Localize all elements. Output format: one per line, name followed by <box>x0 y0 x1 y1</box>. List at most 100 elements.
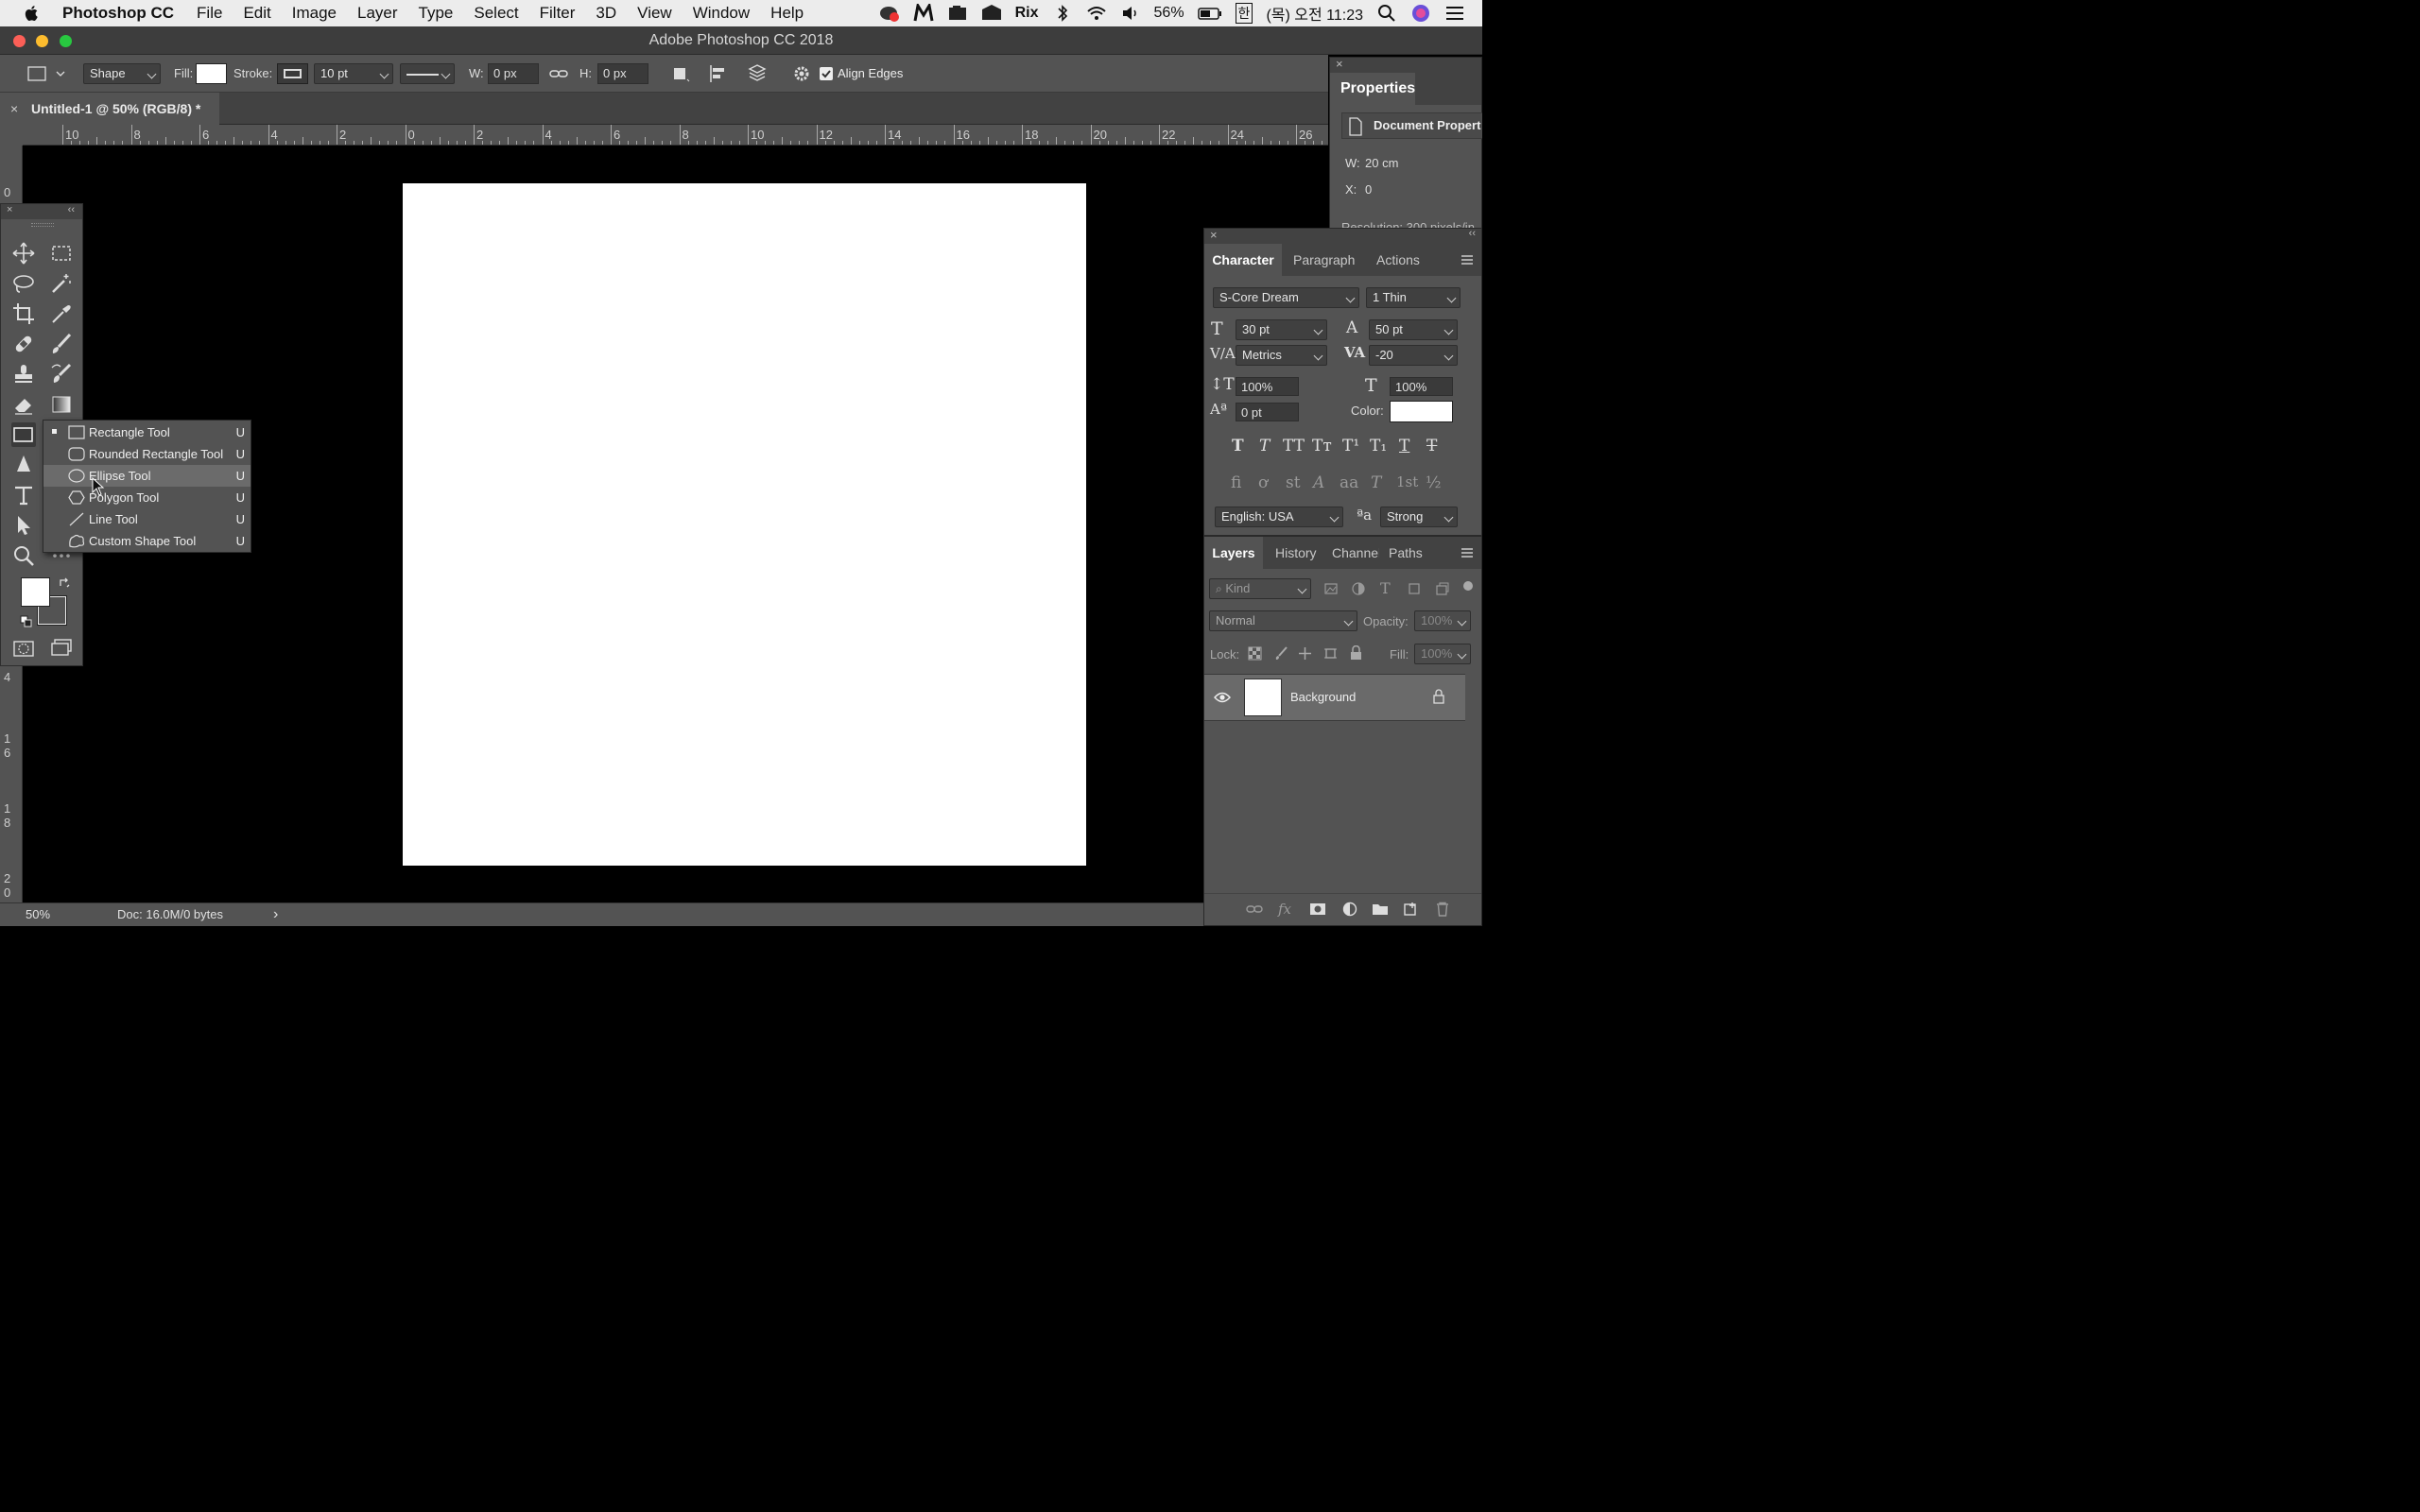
wifi-icon[interactable] <box>1086 4 1107 23</box>
tab-paragraph[interactable]: Paragraph <box>1293 244 1355 276</box>
layer-name[interactable]: Background <box>1290 690 1356 704</box>
stroke-width-dropdown[interactable]: 10 pt <box>314 63 393 84</box>
move-tool[interactable] <box>11 241 36 266</box>
menu-help[interactable]: Help <box>770 4 804 23</box>
filter-type-icon[interactable]: T <box>1380 579 1391 597</box>
eraser-tool[interactable] <box>11 392 36 417</box>
background-color-swatch[interactable] <box>21 577 50 607</box>
tab-layers[interactable]: Layers <box>1204 537 1263 569</box>
zoom-tool[interactable] <box>11 543 36 568</box>
screen-mode-button[interactable] <box>49 636 74 661</box>
flyout-line-tool[interactable]: Line Tool U <box>43 508 251 530</box>
new-layer-icon[interactable] <box>1403 902 1418 917</box>
baseline-shift-input[interactable]: 0 pt <box>1236 403 1299 421</box>
swap-colors-icon[interactable] <box>58 576 71 590</box>
tools-panel-header[interactable]: × ‹‹ <box>1 204 82 219</box>
font-size-dropdown[interactable]: 30 pt <box>1236 319 1327 340</box>
text-color-swatch[interactable] <box>1390 401 1453 422</box>
height-input[interactable]: 0 px <box>597 63 648 84</box>
fill-swatch[interactable] <box>196 63 227 84</box>
layer-row[interactable]: Background <box>1204 674 1465 721</box>
books-icon[interactable] <box>981 4 1002 23</box>
fill-input[interactable]: 100% <box>1414 644 1471 664</box>
adjustment-layer-icon[interactable] <box>1342 902 1357 917</box>
character-panel-header[interactable]: × ‹‹ <box>1204 228 1481 244</box>
status-menu-arrow[interactable]: › <box>273 903 278 926</box>
tab-paths[interactable]: Paths <box>1389 537 1423 569</box>
new-group-icon[interactable] <box>1372 902 1389 916</box>
vertical-scale-input[interactable]: 100% <box>1236 377 1299 396</box>
flyout-polygon-tool[interactable]: Polygon Tool U <box>43 487 251 508</box>
rectangle-tool[interactable] <box>11 422 36 447</box>
menu-3d[interactable]: 3D <box>596 4 616 23</box>
zoom-level[interactable]: 50% <box>26 903 50 926</box>
layer-thumbnail[interactable] <box>1244 679 1282 716</box>
close-tab-icon[interactable]: × <box>10 93 18 125</box>
flyout-rectangle-tool[interactable]: Rectangle Tool U <box>43 421 251 443</box>
clock[interactable]: (목) 오전 11:23 <box>1266 2 1363 25</box>
lasso-tool[interactable] <box>11 271 36 296</box>
filter-pixel-icon[interactable] <box>1323 581 1339 596</box>
m-app-icon[interactable] <box>913 4 934 23</box>
filter-shape-icon[interactable] <box>1407 581 1422 596</box>
superscript-button[interactable]: T¹ <box>1342 437 1359 455</box>
magic-wand-tool[interactable] <box>49 271 74 296</box>
swash-button[interactable]: A <box>1313 473 1324 492</box>
document-canvas[interactable] <box>403 183 1086 866</box>
stroke-type-dropdown[interactable] <box>400 63 455 84</box>
fractions-button[interactable]: ½ <box>1426 473 1441 492</box>
panel-menu-icon[interactable] <box>1461 547 1474 558</box>
link-icon[interactable] <box>548 63 569 84</box>
antialias-dropdown[interactable]: Strong <box>1380 507 1458 527</box>
healing-brush-tool[interactable] <box>11 332 36 356</box>
rix-label[interactable]: Rix <box>1015 5 1039 22</box>
lock-artboard-icon[interactable] <box>1323 646 1338 661</box>
delete-layer-icon[interactable] <box>1435 902 1450 917</box>
underline-button[interactable]: T <box>1399 437 1409 455</box>
close-panel-icon[interactable]: × <box>1210 228 1218 242</box>
filter-toggle[interactable] <box>1463 581 1473 591</box>
spotlight-search-icon[interactable] <box>1376 4 1397 23</box>
app-menu[interactable]: Photoshop CC <box>62 4 174 23</box>
menu-select[interactable]: Select <box>474 4 518 23</box>
eye-icon[interactable] <box>1214 691 1231 704</box>
layer-filter-dropdown[interactable]: ⌕ Kind <box>1209 578 1311 599</box>
horizontal-scale-input[interactable]: 100% <box>1390 377 1453 396</box>
input-method[interactable]: 한 <box>1235 3 1253 24</box>
font-style-dropdown[interactable]: 1 Thin <box>1366 287 1461 308</box>
collapse-panel-icon[interactable]: ‹‹ <box>68 204 75 215</box>
small-caps-button[interactable]: Tт <box>1312 437 1332 455</box>
close-panel-icon[interactable]: × <box>7 204 12 215</box>
tab-character[interactable]: Character <box>1204 244 1282 276</box>
tracking-dropdown[interactable]: -20 <box>1369 345 1458 366</box>
brush-tool[interactable] <box>49 332 74 356</box>
ordinals-button[interactable]: 1st <box>1396 473 1418 490</box>
quick-mask-button[interactable] <box>11 636 36 661</box>
lock-pixels-icon[interactable] <box>1274 646 1288 661</box>
menu-type[interactable]: Type <box>419 4 454 23</box>
align-edges-checkbox[interactable] <box>820 67 833 80</box>
gear-icon[interactable] <box>792 63 811 84</box>
horizontal-ruler[interactable]: 10 8 6 4 2 0 2 4 6 8 10 12 14 16 18 20 22 24 26 <box>23 125 1357 146</box>
crop-tool[interactable] <box>11 301 36 326</box>
leading-dropdown[interactable]: 50 pt <box>1369 319 1458 340</box>
link-layers-icon[interactable] <box>1246 902 1263 916</box>
kerning-dropdown[interactable]: Metrics <box>1236 345 1327 366</box>
filter-adjustment-icon[interactable] <box>1351 581 1366 596</box>
flyout-rounded-rectangle-tool[interactable]: Rounded Rectangle Tool U <box>43 443 251 465</box>
path-alignment-icon[interactable] <box>708 63 729 84</box>
type-tool[interactable] <box>11 483 36 507</box>
old-style-button[interactable]: ơ <box>1258 473 1268 492</box>
tab-channels[interactable]: Channel <box>1332 537 1379 569</box>
battery-icon[interactable] <box>1197 4 1222 23</box>
menu-window[interactable]: Window <box>693 4 750 23</box>
path-operations-icon[interactable] <box>670 63 691 84</box>
pen-tool[interactable] <box>11 453 36 477</box>
document-tab[interactable]: × Untitled-1 @ 50% (RGB/8) * <box>0 93 219 125</box>
lock-position-icon[interactable] <box>1298 646 1312 661</box>
tab-history[interactable]: History <box>1275 537 1317 569</box>
menu-view[interactable]: View <box>637 4 672 23</box>
opacity-input[interactable]: 100% <box>1414 610 1471 631</box>
tool-mode-dropdown[interactable]: Shape <box>83 63 161 84</box>
clone-stamp-tool[interactable] <box>11 362 36 387</box>
